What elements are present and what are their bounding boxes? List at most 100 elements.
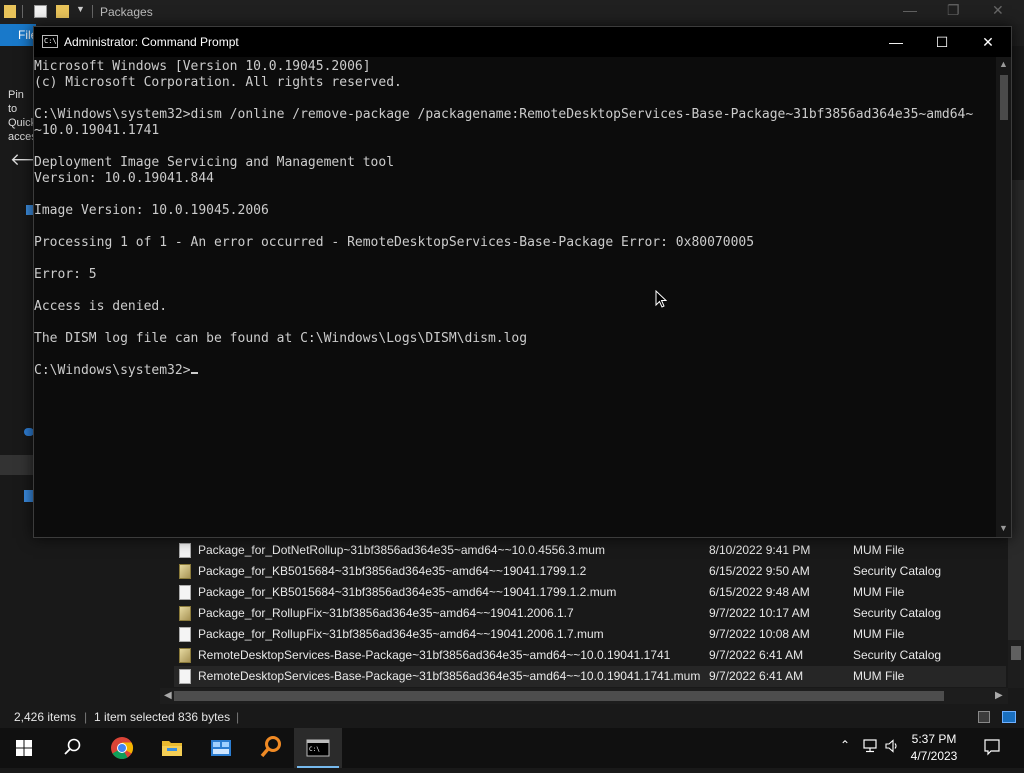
- file-date-modified: 9/7/2022 10:08 AM: [709, 627, 810, 641]
- cmd-maximize-button[interactable]: ☐: [919, 27, 965, 57]
- cmd-output-line: ~10.0.19041.1741: [34, 123, 160, 138]
- file-tab[interactable]: File: [0, 24, 36, 46]
- explorer-title-bar: ▼ Packages — ❐ ✕: [0, 0, 1024, 24]
- file-date-modified: 8/10/2022 9:41 PM: [709, 543, 811, 557]
- file-type: MUM File: [853, 543, 905, 557]
- cmd-output-line: C:\Windows\system32>: [34, 363, 973, 379]
- clock-date[interactable]: 4/7/2023: [906, 749, 962, 763]
- cmd-output-line: [34, 139, 973, 155]
- file-row[interactable]: Package_for_RollupFix~31bf3856ad364e35~a…: [174, 603, 1006, 624]
- cmd-output-line: Access is denied.: [34, 299, 168, 314]
- search-button[interactable]: [48, 728, 96, 768]
- cmd-output: Microsoft Windows [Version 10.0.19045.20…: [34, 59, 973, 379]
- file-date-modified: 6/15/2022 9:50 AM: [709, 564, 810, 578]
- cmd-title: Administrator: Command Prompt: [64, 35, 239, 49]
- document-icon: [179, 669, 191, 684]
- cmd-console-area[interactable]: Microsoft Windows [Version 10.0.19045.20…: [34, 57, 996, 537]
- scroll-down-arrow[interactable]: ▼: [999, 523, 1008, 533]
- file-type: MUM File: [853, 585, 905, 599]
- control-panel-icon: [211, 740, 231, 756]
- security-catalog-icon: [179, 606, 191, 621]
- mouse-pointer-icon: [655, 290, 667, 308]
- cmd-scroll-thumb[interactable]: [1000, 75, 1008, 120]
- clock-time[interactable]: 5:37 PM: [906, 732, 962, 746]
- search-everything-icon: [260, 736, 281, 758]
- status-item-count: 2,426 items: [14, 710, 77, 724]
- network-icon[interactable]: [862, 738, 878, 754]
- chrome-button[interactable]: [98, 728, 146, 768]
- cmd-output-line: Error: 5: [34, 267, 97, 282]
- chrome-icon: [111, 737, 133, 759]
- file-name: Package_for_RollupFix~31bf3856ad364e35~a…: [198, 606, 574, 620]
- folder-icon: [4, 5, 16, 18]
- show-hidden-icons-chevron-icon[interactable]: ⌃: [840, 738, 850, 752]
- control-panel-button[interactable]: [197, 728, 245, 768]
- explorer-minimize-button[interactable]: —: [903, 2, 917, 18]
- cmd-output-line: [34, 251, 973, 267]
- file-date-modified: 9/7/2022 10:17 AM: [709, 606, 810, 620]
- scroll-up-arrow[interactable]: ▲: [999, 59, 1008, 69]
- cmd-minimize-button[interactable]: —: [873, 27, 919, 57]
- file-row[interactable]: Package_for_KB5015684~31bf3856ad364e35~a…: [174, 561, 1006, 582]
- cmd-output-line: [34, 91, 973, 107]
- file-type: MUM File: [853, 627, 905, 641]
- cmd-output-line: (c) Microsoft Corporation. All rights re…: [34, 75, 402, 90]
- cmd-output-line: The DISM log file can be found at C:\Win…: [34, 331, 528, 346]
- command-prompt-taskbar-button[interactable]: C:\: [294, 728, 342, 768]
- large-icons-view-icon[interactable]: [1002, 711, 1016, 723]
- start-button[interactable]: [0, 728, 48, 768]
- text-cursor: [190, 372, 198, 374]
- details-view-icon[interactable]: [978, 711, 990, 723]
- scroll-right-arrow[interactable]: ▶: [995, 688, 1003, 704]
- file-name: RemoteDesktopServices-Base-Package~31bf3…: [198, 669, 701, 683]
- taskbar: C:\ ⌃ 5:37 PM 4/7/2023: [0, 728, 1024, 768]
- explorer-restore-button[interactable]: ❐: [947, 2, 960, 19]
- cmd-output-line: Version: 10.0.19041.844: [34, 171, 215, 186]
- file-list-vertical-scrollbar[interactable]: [1008, 640, 1024, 688]
- cmd-vertical-scrollbar[interactable]: ▲ ▼: [996, 57, 1011, 537]
- properties-icon[interactable]: [34, 5, 47, 18]
- title-divider: [92, 5, 93, 18]
- command-prompt-icon: C:\: [306, 739, 330, 757]
- security-catalog-icon: [179, 564, 191, 579]
- file-name: Package_for_RollupFix~31bf3856ad364e35~a…: [198, 627, 604, 641]
- cmd-output-line: [34, 315, 973, 331]
- horizontal-scrollbar[interactable]: ◀ ▶: [160, 688, 1008, 704]
- scroll-left-arrow[interactable]: ◀: [164, 688, 172, 704]
- file-row[interactable]: Package_for_KB5015684~31bf3856ad364e35~a…: [174, 582, 1006, 603]
- file-type: Security Catalog: [853, 648, 942, 662]
- cmd-output-line: Image Version: 10.0.19045.2006: [34, 203, 269, 218]
- cmd-output-line: Microsoft Windows [Version 10.0.19045.20…: [34, 59, 371, 74]
- notifications-icon[interactable]: [983, 738, 1001, 756]
- this-pc-icon[interactable]: [0, 455, 34, 475]
- cmd-close-button[interactable]: ✕: [965, 27, 1011, 57]
- pin-label: Pin to Quick access: [8, 89, 34, 143]
- horizontal-scroll-thumb[interactable]: [174, 691, 944, 701]
- cmd-title-bar[interactable]: C:\ Administrator: Command Prompt — ☐ ✕: [34, 27, 1011, 57]
- file-type: MUM File: [853, 669, 905, 683]
- document-icon: [179, 585, 191, 600]
- cmd-icon-glyph: C:\: [44, 37, 57, 45]
- command-prompt-window[interactable]: C:\ Administrator: Command Prompt — ☐ ✕ …: [33, 26, 1012, 538]
- pin-to-quick-access-button[interactable]: Pin to Quick access: [8, 88, 34, 144]
- explorer-close-button[interactable]: ✕: [992, 2, 1004, 19]
- status-bar: 2,426 items | 1 item selected 836 bytes …: [0, 706, 1024, 728]
- search-everything-button[interactable]: [246, 728, 294, 768]
- customize-toolbar-icon[interactable]: ▼: [76, 4, 85, 14]
- volume-icon[interactable]: [884, 738, 900, 754]
- cmd-output-line: Deployment Image Servicing and Managemen…: [34, 155, 395, 170]
- file-explorer-button[interactable]: [148, 728, 196, 768]
- file-list-scroll-thumb[interactable]: [1011, 646, 1021, 660]
- file-date-modified: 9/7/2022 6:41 AM: [709, 648, 804, 662]
- cmd-output-line: C:\Windows\system32>dism /online /remove…: [34, 107, 974, 122]
- file-row[interactable]: RemoteDesktopServices-Base-Package~31bf3…: [174, 666, 1006, 687]
- cmd-output-line: [34, 283, 973, 299]
- new-folder-icon[interactable]: [56, 5, 69, 18]
- close-icon: ✕: [982, 34, 994, 50]
- file-row[interactable]: Package_for_RollupFix~31bf3856ad364e35~a…: [174, 624, 1006, 645]
- file-row[interactable]: RemoteDesktopServices-Base-Package~31bf3…: [174, 645, 1006, 666]
- file-name: Package_for_DotNetRollup~31bf3856ad364e3…: [198, 543, 605, 557]
- file-name: Package_for_KB5015684~31bf3856ad364e35~a…: [198, 585, 617, 599]
- explorer-title: Packages: [100, 5, 153, 19]
- file-row[interactable]: Package_for_DotNetRollup~31bf3856ad364e3…: [174, 540, 1006, 561]
